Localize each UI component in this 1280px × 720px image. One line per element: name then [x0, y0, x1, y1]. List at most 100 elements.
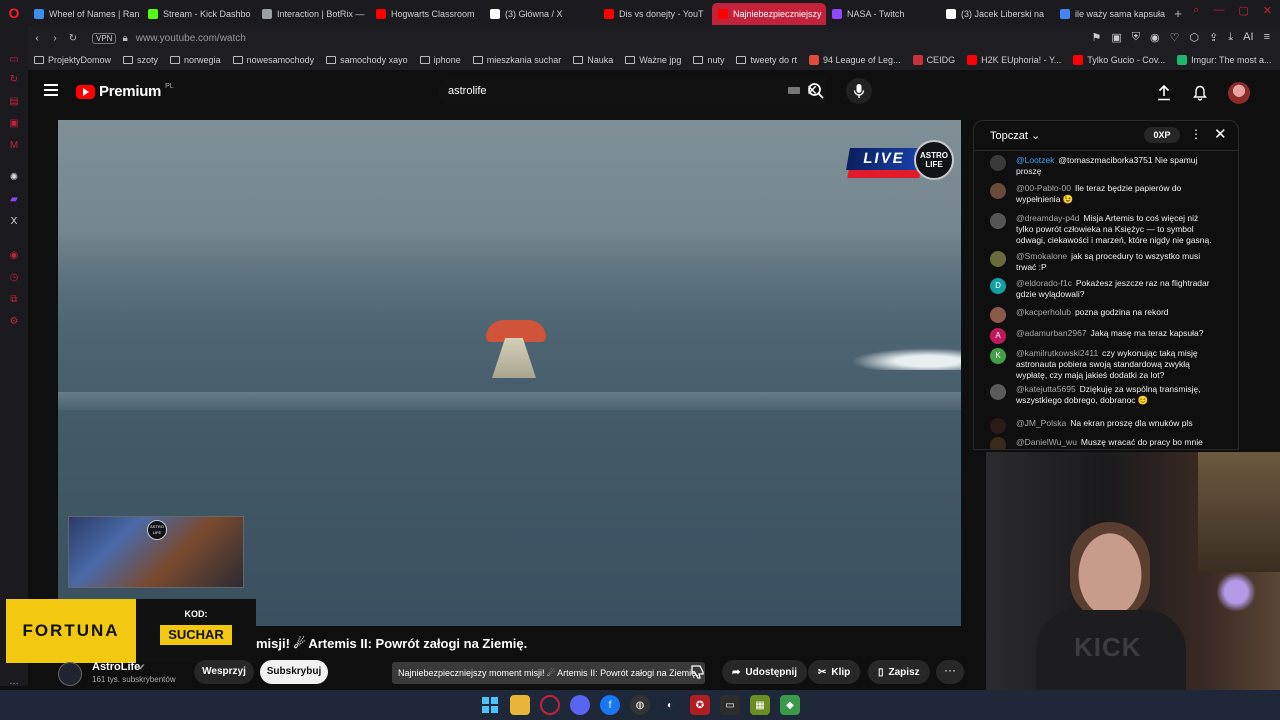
browser-tab[interactable]: ile waży sama kapsuła — [1054, 3, 1168, 25]
browser-tab[interactable]: (3) Jacek Liberski na — [940, 3, 1054, 25]
notifications-bell-icon[interactable] — [1192, 85, 1208, 101]
bookmark-item[interactable]: 94 League of Leg... — [803, 55, 907, 65]
chat-avatar[interactable] — [990, 384, 1006, 400]
back-button[interactable]: ‹ — [28, 33, 46, 44]
browser-tab[interactable]: Dis vs donejty - YouT — [598, 3, 712, 25]
chat-author[interactable]: @DanielWu_wu — [1016, 437, 1077, 447]
bookmark-item[interactable]: Tylko Gucio - Cov... — [1067, 55, 1171, 65]
bookmark-item[interactable]: norwegia — [164, 55, 227, 65]
chat-avatar[interactable] — [990, 183, 1006, 199]
account-avatar[interactable] — [1228, 82, 1250, 104]
chat-author[interactable]: @00-Pablo-00 — [1016, 183, 1071, 193]
chat-mode-dropdown[interactable]: Topczat ⌄ — [990, 129, 1040, 142]
chat-author[interactable]: @Lootzek — [1016, 155, 1054, 165]
close-window-button[interactable]: ✕ — [1263, 4, 1272, 17]
history-icon[interactable]: ↻ — [8, 74, 20, 86]
chat-author[interactable]: @Smokalone — [1016, 251, 1067, 261]
close-chat-icon[interactable]: ✕ — [1214, 125, 1227, 143]
start-button[interactable] — [480, 695, 500, 715]
facebook-icon[interactable]: f — [600, 695, 620, 715]
terminal-icon[interactable]: ▭ — [720, 695, 740, 715]
sponsor-banner[interactable]: FORTUNA KOD: SUCHAR — [6, 599, 256, 663]
wallet-icon[interactable]: ▤ — [8, 96, 20, 108]
more-icon[interactable]: … — [8, 676, 20, 688]
chat-author[interactable]: @adamurban2967 — [1016, 328, 1087, 338]
snapshot-icon[interactable]: ▣ — [1111, 31, 1121, 44]
opera-logo-icon[interactable]: O — [0, 0, 28, 26]
bookmark-item[interactable]: samochody xayo — [320, 55, 414, 65]
discord-icon[interactable] — [570, 695, 590, 715]
maximize-button[interactable]: ▢ — [1238, 4, 1248, 17]
chat-avatar[interactable] — [990, 155, 1006, 171]
bookmark-item[interactable]: Ważne jpg — [619, 55, 687, 65]
forward-button[interactable]: › — [46, 33, 64, 44]
chat-author[interactable]: @kacperholub — [1016, 307, 1071, 317]
browser-tab[interactable]: NASA - Twitch — [826, 3, 940, 25]
chat-author[interactable]: @dreamday-p4d — [1016, 213, 1079, 223]
subscribe-button[interactable]: Subskrybuj — [260, 660, 328, 684]
share-button[interactable]: ➦ Udostępnij — [722, 660, 808, 684]
browser-tab[interactable]: (3) Główna / X — [484, 3, 598, 25]
bookmark-item[interactable]: Nauka — [567, 55, 619, 65]
download-icon[interactable]: ⤓ — [1228, 31, 1233, 44]
xp-badge[interactable]: 0XP — [1144, 127, 1180, 143]
chatgpt-icon[interactable]: ✺ — [8, 172, 20, 184]
menu-icon[interactable]: ≡ — [1264, 31, 1270, 44]
bookmark-item[interactable]: CEIDG — [907, 55, 962, 65]
reload-button[interactable]: ↻ — [64, 33, 82, 44]
new-tab-button[interactable]: + — [1168, 6, 1188, 21]
chat-menu-icon[interactable]: ⋮ — [1190, 127, 1202, 141]
vpn-badge[interactable]: VPN — [92, 32, 117, 44]
clock-icon[interactable]: ◷ — [8, 272, 20, 284]
extensions-icon[interactable]: ⬡ — [1189, 31, 1199, 44]
pinboard-icon[interactable]: ⧉ — [8, 294, 20, 306]
mail-icon[interactable]: M — [8, 140, 20, 152]
chat-avatar[interactable] — [990, 418, 1006, 434]
messenger-icon[interactable]: ▣ — [8, 118, 20, 130]
bookmark-item[interactable]: mieszkania suchar — [467, 55, 568, 65]
camera-icon[interactable]: ◉ — [1150, 31, 1160, 44]
chat-author[interactable]: @eldorado-f1c — [1016, 278, 1072, 288]
youtube-logo[interactable]: Premium PL — [76, 83, 174, 100]
aria-icon[interactable]: ▭ — [8, 54, 20, 66]
lock-icon[interactable]: 🔒︎ — [122, 33, 127, 44]
search-input[interactable]: astrolife ✕ — [438, 78, 826, 104]
chat-avatar[interactable]: D — [990, 278, 1006, 294]
bookmark-item[interactable]: tweety do rt — [730, 55, 803, 65]
browser-tab[interactable]: Stream - Kick Dashbo — [142, 3, 256, 25]
file-explorer-icon[interactable] — [510, 695, 530, 715]
obs-icon[interactable]: ◍ — [630, 695, 650, 715]
upload-icon[interactable] — [1156, 85, 1172, 101]
bookmark-icon[interactable]: ⚑ — [1091, 31, 1101, 44]
channel-name[interactable]: AstroLife — [92, 661, 140, 673]
browser-tab[interactable]: Hogwarts Classroom — [370, 3, 484, 25]
player-icon[interactable]: ◉ — [8, 250, 20, 262]
chat-avatar[interactable] — [990, 251, 1006, 267]
bookmark-item[interactable]: szoty — [117, 55, 164, 65]
bookmark-item[interactable]: nuty — [687, 55, 730, 65]
bookmark-item[interactable]: H2K EUphoria! - Y... — [961, 55, 1067, 65]
voice-search-button[interactable] — [846, 78, 872, 104]
browser-tab[interactable]: Interaction | BotRix — — [256, 3, 370, 25]
chat-avatar[interactable] — [990, 437, 1006, 449]
chat-avatar[interactable]: A — [990, 328, 1006, 344]
share-icon[interactable]: ⇪ — [1209, 31, 1218, 44]
chat-author[interactable]: @katejutta5695 — [1016, 384, 1076, 394]
minimize-button[interactable]: — — [1213, 4, 1224, 17]
clip-button[interactable]: ✂ Klip — [808, 660, 861, 684]
dislike-button[interactable] — [682, 660, 714, 684]
search-tabs-icon[interactable]: ⌕ — [1193, 4, 1199, 17]
more-actions-button[interactable]: ··· — [936, 660, 964, 684]
guide-menu-icon[interactable] — [44, 84, 58, 96]
url-field[interactable]: www.youtube.com/watch — [136, 33, 246, 44]
steam-icon[interactable]: ◐ — [660, 695, 680, 715]
adblock-icon[interactable]: ⛨ — [1132, 31, 1140, 44]
opera-taskbar-icon[interactable] — [540, 695, 560, 715]
minecraft-icon[interactable]: ▦ — [750, 695, 770, 715]
save-button[interactable]: ▯ Zapisz — [868, 660, 930, 684]
bookmark-item[interactable]: iphone — [414, 55, 467, 65]
ai-button[interactable]: AI — [1243, 31, 1253, 44]
keyboard-icon[interactable] — [788, 87, 800, 94]
support-button[interactable]: Wesprzyj — [194, 660, 254, 684]
chat-author[interactable]: @JM_Polska — [1016, 418, 1066, 428]
